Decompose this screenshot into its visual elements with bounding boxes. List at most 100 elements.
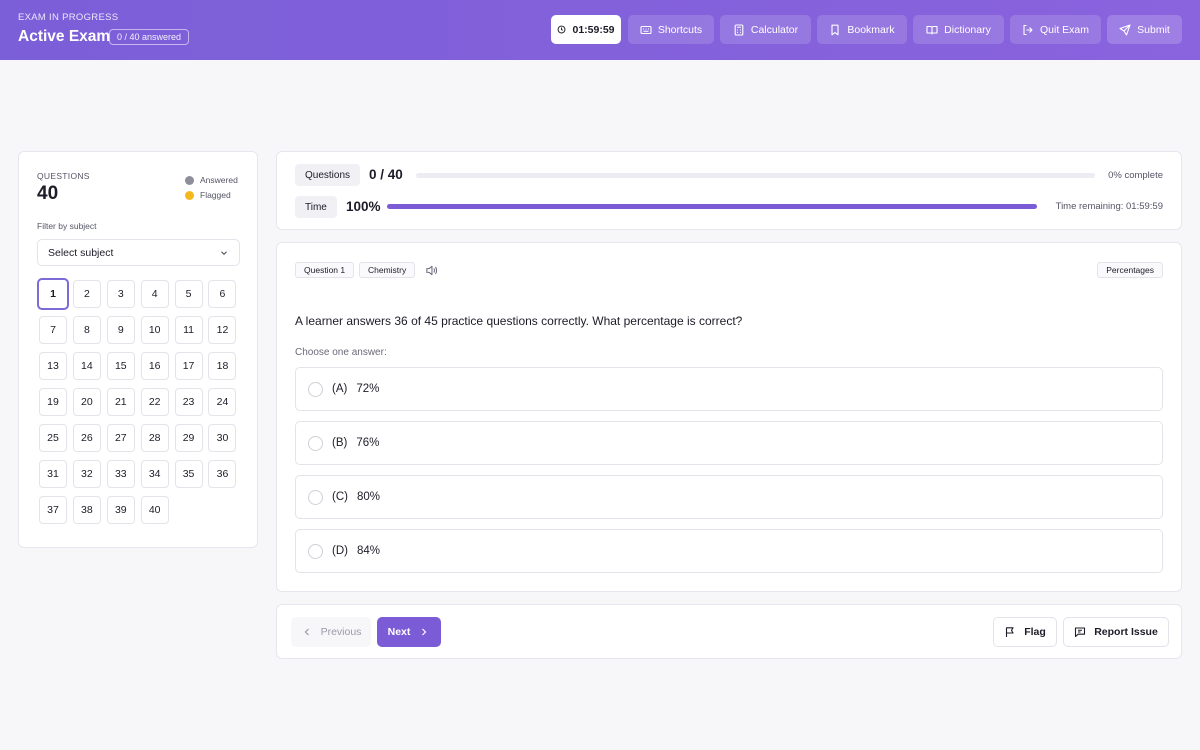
- question-nav-button[interactable]: 4: [140, 280, 169, 308]
- question-nav-button[interactable]: 5: [174, 280, 203, 308]
- question-nav-button[interactable]: 3: [106, 280, 135, 308]
- question-nav-button[interactable]: 7: [39, 316, 67, 344]
- questions-label: QUESTIONS: [37, 171, 90, 181]
- option-text: 84%: [356, 545, 380, 557]
- quit-exam-button[interactable]: Quit Exam: [1010, 15, 1101, 44]
- question-nav-button[interactable]: 15: [106, 352, 135, 380]
- question-nav-button[interactable]: 2: [72, 280, 101, 308]
- question-nav-button[interactable]: 26: [72, 424, 101, 452]
- option-text: 80%: [356, 491, 380, 503]
- answer-instruction: Choose one answer:: [295, 347, 387, 358]
- question-nav-button[interactable]: 22: [140, 388, 169, 416]
- question-nav-button[interactable]: 37: [39, 496, 67, 524]
- dictionary-button[interactable]: Dictionary: [913, 15, 1004, 44]
- subject-select-value: Select subject: [48, 246, 114, 259]
- keyboard-icon: [640, 25, 652, 34]
- calculator-button[interactable]: Calculator: [720, 15, 811, 44]
- previous-button[interactable]: Previous: [291, 617, 371, 647]
- questions-progress-bar: [416, 173, 1095, 178]
- option-text: 72%: [356, 383, 380, 395]
- question-nav-button[interactable]: 16: [140, 352, 169, 380]
- option-letter: (D): [332, 545, 348, 557]
- question-nav-button[interactable]: 13: [39, 352, 67, 380]
- question-nav-button[interactable]: 29: [174, 424, 203, 452]
- time-progress-bar: [387, 204, 1037, 209]
- topic-tag: Percentages: [1097, 262, 1163, 278]
- log-out-icon: [1023, 24, 1033, 35]
- answer-option-d[interactable]: (D) 84%: [295, 529, 1163, 573]
- clock-icon: [558, 25, 566, 34]
- answer-option-b[interactable]: (B) 76%: [295, 421, 1163, 465]
- chevron-left-icon: [304, 628, 309, 636]
- option-text: 76%: [356, 437, 380, 449]
- bookmark-label: Bookmark: [847, 23, 895, 36]
- radio-button[interactable]: [308, 435, 323, 451]
- question-nav-button[interactable]: 40: [140, 496, 169, 524]
- flag-label: Flag: [1024, 626, 1046, 638]
- filter-label: Filter by subject: [37, 221, 97, 231]
- shortcuts-button[interactable]: Shortcuts: [628, 15, 714, 44]
- subject-select[interactable]: Select subject: [37, 239, 240, 266]
- next-label: Next: [387, 626, 411, 638]
- question-nav-button[interactable]: 18: [208, 352, 237, 380]
- question-nav-button[interactable]: 21: [106, 388, 135, 416]
- send-icon: [1119, 23, 1131, 36]
- time-chip: Time: [295, 196, 337, 218]
- question-nav-button[interactable]: 14: [72, 352, 101, 380]
- calculator-icon: [734, 23, 744, 36]
- question-nav-button[interactable]: 1: [37, 278, 69, 310]
- question-nav-button[interactable]: 10: [140, 316, 169, 344]
- question-nav-button[interactable]: 23: [174, 388, 203, 416]
- submit-button[interactable]: Submit: [1107, 15, 1182, 44]
- question-nav-button[interactable]: 8: [72, 316, 101, 344]
- radio-button[interactable]: [308, 489, 323, 505]
- question-nav-button[interactable]: 6: [208, 280, 237, 308]
- question-nav-button[interactable]: 24: [208, 388, 237, 416]
- submit-label: Submit: [1137, 23, 1170, 36]
- option-letter: (B): [332, 437, 348, 449]
- option-letter: (C): [332, 491, 348, 503]
- question-nav-button[interactable]: 34: [140, 460, 169, 488]
- flag-icon: [1006, 627, 1014, 637]
- question-nav-button[interactable]: 38: [72, 496, 101, 524]
- option-letter: (A): [332, 383, 348, 395]
- question-nav-button[interactable]: 25: [39, 424, 67, 452]
- time-progress-fill: [387, 204, 1037, 209]
- question-nav-button[interactable]: 30: [208, 424, 237, 452]
- answer-option-c[interactable]: (C) 80%: [295, 475, 1163, 519]
- question-nav-button[interactable]: 17: [174, 352, 203, 380]
- question-nav-button[interactable]: 20: [72, 388, 101, 416]
- bookmark-icon: [831, 24, 839, 35]
- radio-button[interactable]: [308, 381, 323, 397]
- questions-chip: Questions: [295, 164, 361, 186]
- question-nav-button[interactable]: 36: [208, 460, 237, 488]
- questions-count: 40: [37, 183, 59, 204]
- time-remaining: Time remaining: 01:59:59: [1055, 201, 1163, 212]
- timer-value: 01:59:59: [572, 23, 615, 36]
- question-nav-button[interactable]: 9: [106, 316, 135, 344]
- message-square-icon: [1075, 627, 1086, 638]
- question-nav-button[interactable]: 39: [106, 496, 135, 524]
- answer-option-a[interactable]: (A) 72%: [295, 367, 1163, 411]
- time-progress-value: 100%: [346, 199, 381, 214]
- flag-button[interactable]: Flag: [993, 617, 1057, 647]
- radio-button[interactable]: [308, 543, 323, 559]
- question-nav-button[interactable]: 28: [140, 424, 169, 452]
- questions-progress-value: 0 / 40: [369, 167, 403, 182]
- report-issue-label: Report Issue: [1094, 626, 1158, 638]
- question-nav-button[interactable]: 33: [106, 460, 135, 488]
- question-nav-button[interactable]: 12: [208, 316, 237, 344]
- report-issue-button[interactable]: Report Issue: [1063, 617, 1169, 647]
- navigation-bar: Previous Next Flag Report Issue: [276, 604, 1182, 659]
- speaker-icon[interactable]: [425, 264, 438, 277]
- question-nav-button[interactable]: 31: [39, 460, 67, 488]
- question-nav-button[interactable]: 32: [72, 460, 101, 488]
- next-button[interactable]: Next: [377, 617, 441, 647]
- chevron-right-icon: [422, 628, 427, 636]
- question-nav-button[interactable]: 11: [174, 316, 203, 344]
- legend-flagged-label: Flagged: [200, 190, 231, 200]
- question-nav-button[interactable]: 27: [106, 424, 135, 452]
- question-nav-button[interactable]: 19: [39, 388, 67, 416]
- question-nav-button[interactable]: 35: [174, 460, 203, 488]
- bookmark-button[interactable]: Bookmark: [817, 15, 907, 44]
